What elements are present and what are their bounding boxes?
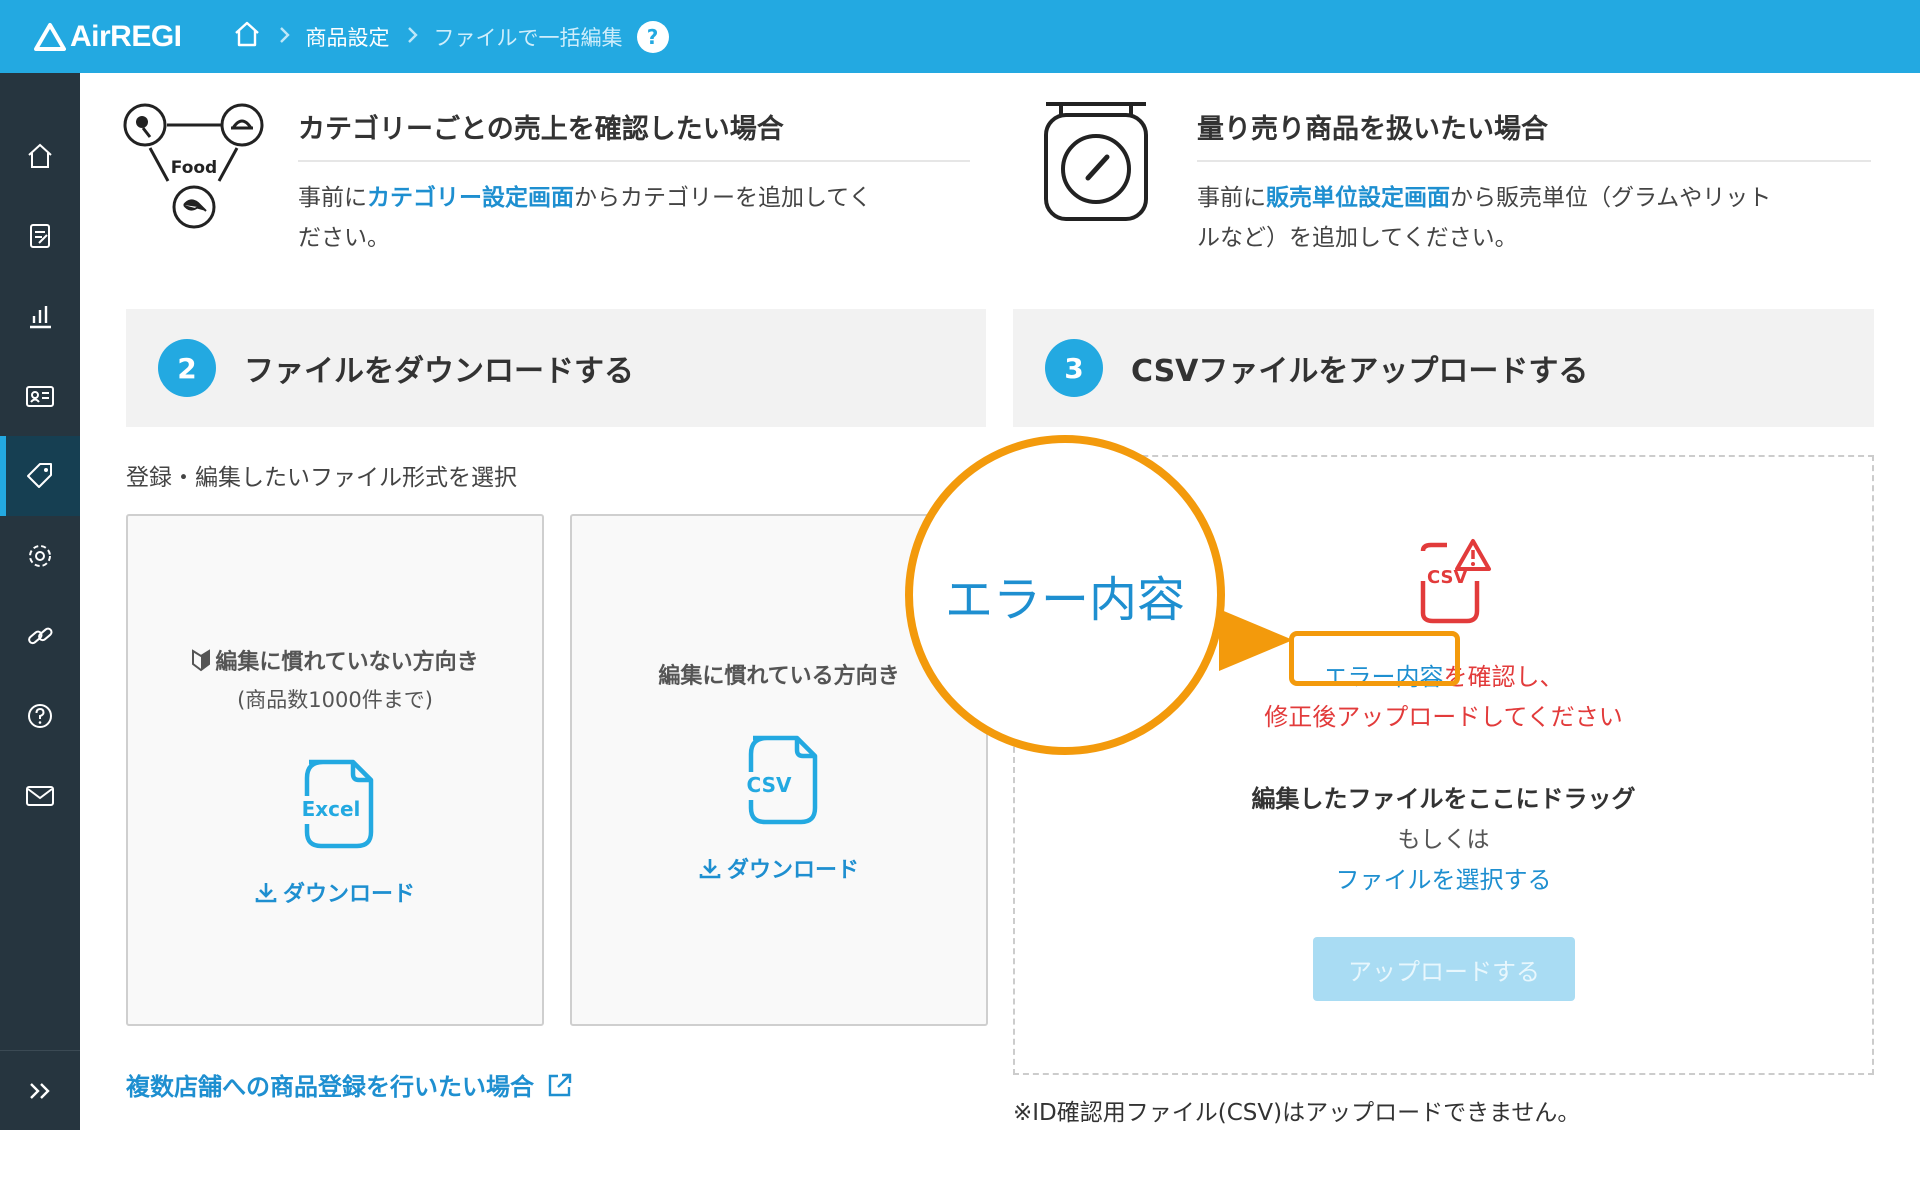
sidebar-item-integrations[interactable] bbox=[0, 596, 80, 676]
customer-card-icon bbox=[26, 386, 54, 407]
chart-icon bbox=[30, 306, 51, 329]
category-info: カテゴリーごとの売上を確認したい場合 事前にカテゴリー設定画面からカテゴリーを追… bbox=[298, 107, 970, 258]
callout-magnifier: エラー内容 bbox=[905, 435, 1225, 755]
sidebar-item-home[interactable] bbox=[0, 116, 80, 196]
double-chevron-right-icon bbox=[30, 1082, 50, 1099]
excel-icon-label: Excel bbox=[302, 797, 361, 821]
mail-icon bbox=[26, 786, 54, 806]
csv-file-icon: CSV bbox=[747, 735, 818, 825]
sidebar-item-mail[interactable] bbox=[0, 756, 80, 836]
csv-icon-label: CSV bbox=[747, 773, 792, 797]
sidebar-item-customers[interactable] bbox=[0, 356, 80, 436]
logo-text: AirREGI bbox=[70, 19, 182, 53]
download-icon bbox=[699, 859, 721, 879]
sidebar-item-settings[interactable] bbox=[0, 516, 80, 596]
or-text: もしくは bbox=[1397, 827, 1490, 853]
chevron-right-icon bbox=[406, 25, 418, 49]
download-icon bbox=[255, 883, 277, 903]
id-file-note: ※ID確認用ファイル(CSV)はアップロードできません。 bbox=[1013, 1100, 1581, 1126]
category-settings-link[interactable]: カテゴリー設定画面 bbox=[367, 185, 574, 211]
step-3-title: CSVファイルをアップロードする bbox=[1131, 354, 1589, 389]
sales-unit-settings-link[interactable]: 販売単位設定画面 bbox=[1266, 185, 1450, 211]
drag-here-text: 編集したファイルをここにドラッグ bbox=[1251, 785, 1636, 813]
excel-file-icon: Excel bbox=[302, 759, 374, 849]
sidebar bbox=[0, 73, 80, 1130]
order-icon bbox=[30, 224, 50, 248]
file-format-label: 登録・編集したいファイル形式を選択 bbox=[126, 465, 517, 491]
sidebar-item-products[interactable] bbox=[0, 436, 80, 516]
upload-button[interactable]: アップロードする bbox=[1313, 937, 1575, 1001]
step-2-number: 2 bbox=[158, 339, 216, 397]
page-bottom bbox=[0, 1130, 1920, 1190]
sidebar-item-help[interactable] bbox=[0, 676, 80, 756]
food-label: Food bbox=[171, 158, 217, 178]
csv-card-description: 編集に慣れている方向き bbox=[658, 664, 900, 689]
step-3-number: 3 bbox=[1045, 339, 1103, 397]
help-icon bbox=[28, 704, 52, 728]
excel-card-description: 編集に慣れていない方向き bbox=[191, 644, 479, 676]
callout-pointer bbox=[1219, 609, 1293, 671]
multi-store-registration-link[interactable]: 複数店舗への商品登録を行いたい場合 bbox=[126, 1067, 574, 1102]
home-icon bbox=[28, 143, 52, 168]
csv-error-icon: CSV bbox=[1420, 539, 1491, 624]
home-icon[interactable] bbox=[232, 20, 262, 53]
beginner-mark-icon bbox=[192, 649, 211, 672]
scale-icon bbox=[1044, 102, 1148, 221]
callout-text: エラー内容 bbox=[944, 572, 1185, 628]
breadcrumb-item-current: ファイルで一括編集 bbox=[433, 25, 623, 50]
category-info-text: 事前にカテゴリー設定画面からカテゴリーを追加してく ださい。 bbox=[298, 185, 872, 251]
price-tag-icon bbox=[27, 463, 52, 488]
error-link-highlight bbox=[1289, 631, 1460, 686]
sidebar-item-reports[interactable] bbox=[0, 276, 80, 356]
sidebar-expand-button[interactable] bbox=[0, 1050, 80, 1130]
link-icon bbox=[28, 627, 53, 645]
excel-card-limit: (商品数1000件まで) bbox=[237, 688, 433, 712]
airregi-logo[interactable]: AirREGI bbox=[34, 20, 182, 54]
help-icon[interactable]: ? bbox=[636, 20, 669, 53]
sidebar-item-orders[interactable] bbox=[0, 196, 80, 276]
csv-download-link[interactable]: ダウンロード bbox=[699, 852, 859, 884]
chevron-right-icon bbox=[278, 25, 290, 49]
excel-download-link[interactable]: ダウンロード bbox=[255, 876, 415, 908]
category-info-title: カテゴリーごとの売上を確認したい場合 bbox=[298, 107, 970, 162]
logo-triangle-icon bbox=[34, 22, 66, 51]
step-3-header: 3 CSVファイルをアップロードする bbox=[1013, 309, 1874, 427]
food-category-icon: Food bbox=[123, 103, 264, 229]
weight-info-title: 量り売り商品を扱いたい場合 bbox=[1197, 107, 1871, 162]
top-bar: AirREGI 商品設定 ファイルで一括編集 ? bbox=[0, 0, 1920, 73]
external-link-icon bbox=[548, 1073, 572, 1096]
step-2-header: 2 ファイルをダウンロードする bbox=[126, 309, 986, 427]
excel-file-card[interactable]: 編集に慣れていない方向き (商品数1000件まで) Excel ダウンロード bbox=[126, 514, 544, 1026]
breadcrumb: 商品設定 ファイルで一括編集 ? bbox=[232, 20, 669, 53]
select-file-link[interactable]: ファイルを選択する bbox=[1015, 860, 1872, 895]
weight-info-text: 事前に販売単位設定画面から販売単位（グラムやリット ルなど）を追加してください。 bbox=[1197, 185, 1772, 251]
step-2-title: ファイルをダウンロードする bbox=[244, 354, 634, 389]
breadcrumb-item-product-settings[interactable]: 商品設定 bbox=[306, 22, 390, 52]
gear-icon bbox=[29, 545, 51, 567]
weight-info: 量り売り商品を扱いたい場合 事前に販売単位設定画面から販売単位（グラムやリット … bbox=[1197, 107, 1871, 258]
